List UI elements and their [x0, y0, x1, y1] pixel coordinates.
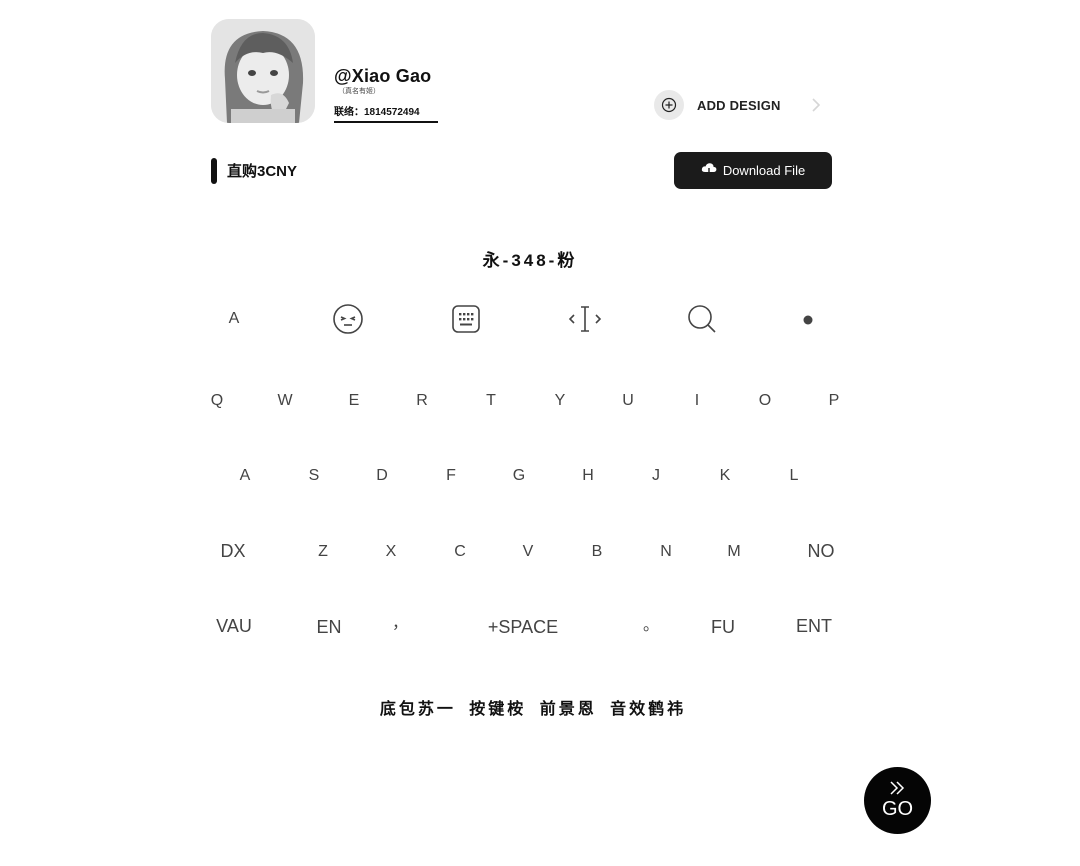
search-icon[interactable] — [686, 303, 718, 335]
key-period[interactable]: 。 — [643, 618, 659, 634]
key-x[interactable]: X — [386, 544, 397, 560]
key-z[interactable]: Z — [318, 544, 328, 560]
download-file-button[interactable]: Download File — [674, 152, 832, 189]
key-f[interactable]: F — [446, 468, 456, 484]
code-title: 永-348-粉 — [482, 251, 578, 270]
key-d[interactable]: D — [376, 468, 388, 484]
download-file-label: Download File — [722, 163, 806, 178]
key-fu[interactable]: FU — [711, 618, 735, 636]
key-dx[interactable]: DX — [220, 542, 245, 560]
avatar-image — [211, 19, 315, 123]
keyboard-icon[interactable] — [451, 304, 481, 334]
key-u[interactable]: U — [622, 393, 634, 409]
key-space[interactable]: +SPACE — [488, 618, 558, 636]
key-g[interactable]: G — [513, 468, 525, 484]
key-en[interactable]: EN — [316, 618, 341, 636]
go-label: GO — [881, 798, 914, 820]
profile-contact[interactable]: 联络：1814572494 — [334, 103, 438, 123]
key-h[interactable]: H — [582, 468, 594, 484]
key-y[interactable]: Y — [555, 393, 566, 409]
key-o[interactable]: O — [759, 393, 771, 409]
key-vau[interactable]: VAU — [216, 617, 252, 635]
key-w[interactable]: W — [277, 393, 292, 409]
add-design-label: ADD DESIGN — [697, 97, 781, 113]
go-button[interactable]: GO — [864, 767, 931, 834]
key-s[interactable]: S — [309, 468, 320, 484]
key-p[interactable]: P — [829, 393, 840, 409]
key-j[interactable]: J — [652, 468, 660, 484]
key-i[interactable]: I — [695, 393, 699, 409]
key-r[interactable]: R — [416, 393, 428, 409]
chevron-right-icon[interactable] — [810, 96, 822, 119]
profile-subnote: （真名有姬） — [338, 88, 380, 95]
key-e[interactable]: E — [349, 393, 360, 409]
profile-handle: @Xiao Gao — [334, 66, 432, 86]
add-design-button[interactable]: ADD DESIGN — [654, 89, 781, 121]
toolbar-letter-key[interactable]: A — [229, 311, 240, 327]
key-t[interactable]: T — [486, 393, 496, 409]
key-ent[interactable]: ENT — [796, 617, 832, 635]
credits-text: 底包苏一 按键桉 前景恩 音效鹤祎 — [379, 701, 687, 718]
key-l[interactable]: L — [790, 468, 799, 484]
key-n[interactable]: N — [660, 544, 672, 560]
key-k[interactable]: K — [720, 468, 731, 484]
key-a[interactable]: A — [240, 468, 251, 484]
key-m[interactable]: M — [727, 544, 740, 560]
avatar[interactable] — [211, 19, 315, 123]
cursor-move-icon[interactable] — [568, 304, 602, 334]
add-circle-icon — [654, 90, 684, 120]
key-q[interactable]: Q — [211, 393, 223, 409]
price-indicator-bar — [211, 158, 217, 184]
key-c[interactable]: C — [454, 544, 466, 560]
key-comma[interactable]: ， — [392, 616, 408, 632]
dot-icon[interactable] — [802, 314, 814, 326]
emoji-icon[interactable] — [332, 303, 364, 335]
key-b[interactable]: B — [592, 544, 603, 560]
key-no[interactable]: NO — [808, 542, 835, 560]
price-label: 直购3CNY — [227, 163, 298, 180]
key-v[interactable]: V — [523, 544, 534, 560]
cloud-download-icon — [701, 162, 717, 179]
